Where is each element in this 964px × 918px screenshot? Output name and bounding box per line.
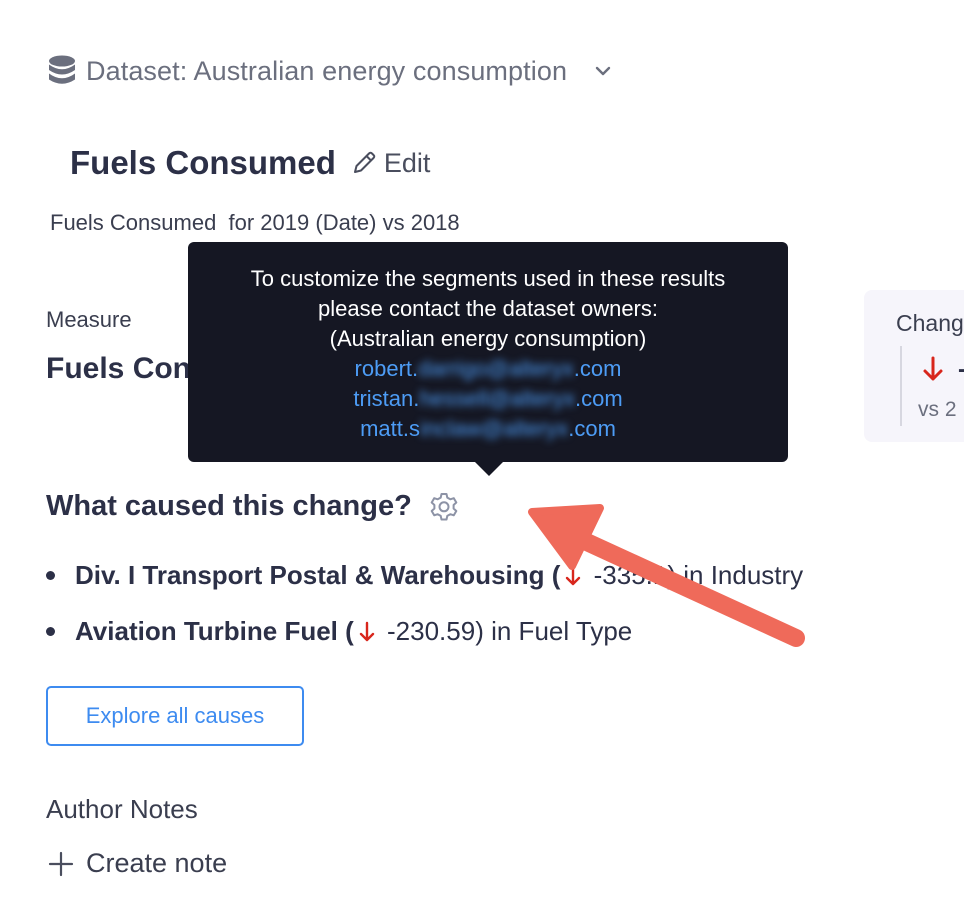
arrow-down-icon: [359, 621, 374, 641]
measure-value: Fuels Con: [46, 352, 192, 385]
plus-icon: [48, 851, 74, 876]
tooltip-caret: [475, 462, 503, 476]
title-row: Fuels Consumed Edit: [70, 144, 430, 182]
create-note-label: Create note: [86, 848, 228, 878]
page: Dataset: Australian energy consumption F…: [0, 0, 964, 918]
tooltip-line-2: please contact the dataset owners:: [318, 296, 658, 321]
measure-label: Measure: [46, 307, 132, 332]
causes-title: What caused this change?: [46, 490, 412, 522]
change-label: Chang: [896, 310, 964, 336]
arrow-down-icon: [923, 356, 943, 381]
segments-tooltip: To customize the segments used in these …: [188, 242, 788, 476]
dataset-selector[interactable]: Dataset: Australian energy consumption: [46, 52, 613, 90]
cause-value: -335.1): [586, 560, 677, 590]
edit-button[interactable]: Edit: [350, 147, 431, 179]
bullet: [46, 571, 55, 580]
change-card: Chang - vs 2: [864, 290, 964, 442]
pencil-icon: [353, 151, 376, 173]
cause-segment[interactable]: Div. I Transport Postal & Warehousing: [75, 560, 545, 591]
cause-item: Aviation Turbine Fuel ( -230.59) in Fuel…: [46, 616, 632, 647]
chevron-down-icon[interactable]: [593, 61, 613, 81]
tooltip-line-1: To customize the segments used in these …: [250, 266, 726, 291]
page-subtitle: Fuels Consumed for 2019 (Date) vs 2018: [50, 210, 460, 235]
cause-item: Div. I Transport Postal & Warehousing ( …: [46, 560, 803, 591]
create-note-button[interactable]: Create note: [48, 848, 227, 879]
explore-all-causes-button[interactable]: Explore all causes: [46, 686, 304, 746]
database-icon: [49, 55, 75, 84]
owner-email-link[interactable]: matt.sinclaw@alteryx.com: [188, 414, 788, 444]
cause-dimension: in Fuel Type: [483, 616, 633, 646]
bullet: [46, 627, 55, 636]
cause-dimension: in Industry: [676, 560, 804, 590]
author-notes-label: Author Notes: [46, 794, 198, 824]
tooltip-line-3: (Australian energy consumption): [329, 326, 647, 351]
gear-icon[interactable]: [428, 491, 460, 523]
redacted-text: hessell@alteryx: [419, 386, 575, 411]
edit-label: Edit: [383, 147, 431, 178]
page-title: Fuels Consumed: [70, 144, 336, 181]
arrow-down-icon: [566, 565, 581, 585]
owner-email-link[interactable]: robert.darrigo@alteryx.com: [188, 354, 788, 384]
redacted-text: darrigo@alteryx: [418, 356, 574, 381]
cause-value: -230.59): [379, 616, 484, 646]
redacted-text: inclaw@alteryx: [419, 416, 569, 441]
change-value: -: [958, 356, 964, 384]
owner-email-link[interactable]: tristan.hessell@alteryx.com: [188, 384, 788, 414]
change-vs: vs 2: [918, 398, 957, 421]
dataset-label: Dataset: Australian energy consumption: [86, 55, 568, 86]
causes-heading: What caused this change?: [46, 490, 460, 523]
cause-segment[interactable]: Aviation Turbine Fuel: [75, 616, 338, 647]
change-divider: [900, 346, 902, 426]
